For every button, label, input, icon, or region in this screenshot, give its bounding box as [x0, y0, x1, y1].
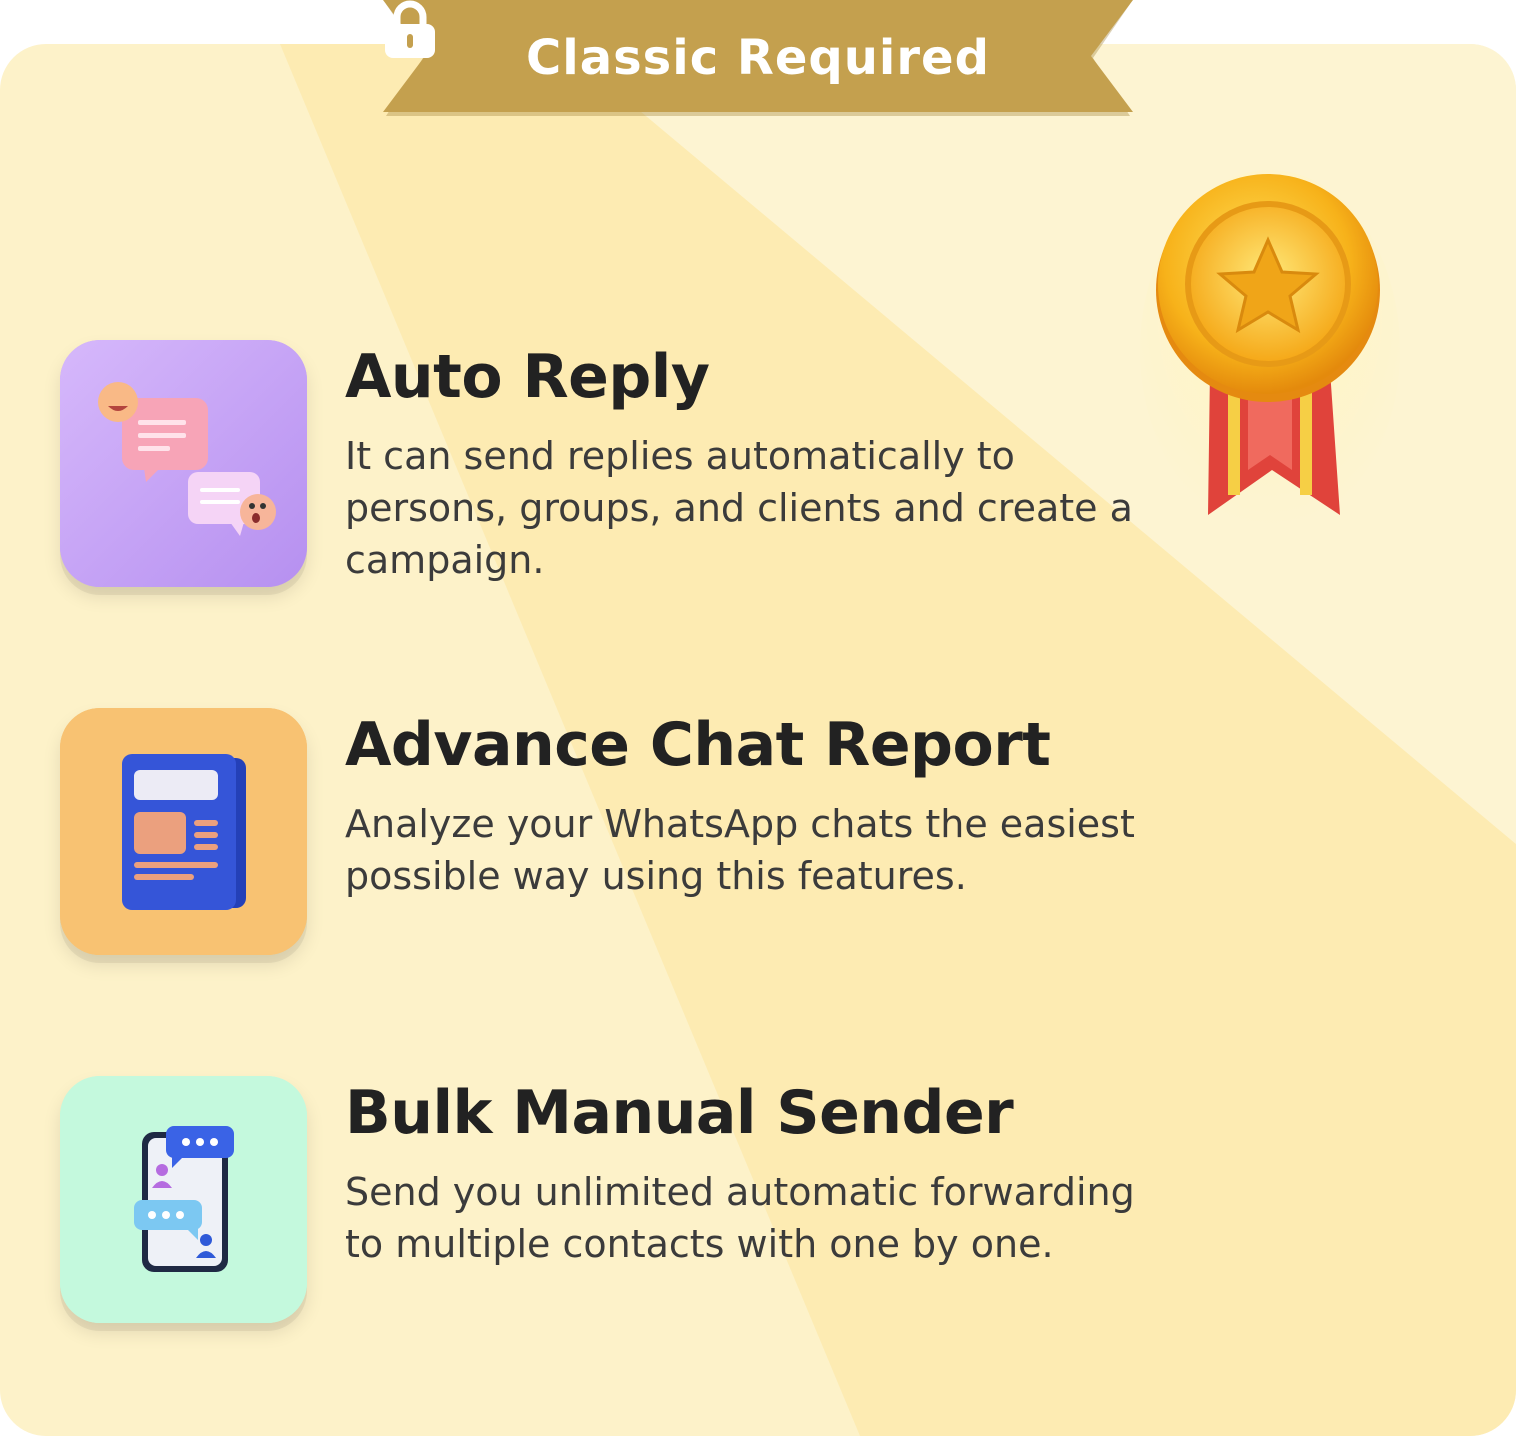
feature-title: Bulk Manual Sender: [345, 1078, 1014, 1148]
gold-medal-icon: [1140, 170, 1400, 530]
feature-bulk-manual-sender: Bulk Manual Sender Send you unlimited au…: [60, 1076, 1160, 1326]
feature-advance-chat-report: Advance Chat Report Analyze your WhatsAp…: [60, 708, 1160, 958]
feature-description: It can send replies automatically to per…: [345, 434, 1133, 582]
banner-title: Classic Required: [526, 30, 990, 86]
feature-description: Send you unlimited automatic forwarding …: [345, 1170, 1135, 1266]
feature-title: Advance Chat Report: [345, 710, 1051, 780]
chat-bubbles-emoji-icon: [60, 340, 307, 587]
lock-icon: [385, 0, 435, 58]
classic-required-banner: Classic Required: [383, 0, 1133, 118]
feature-title: Auto Reply: [345, 342, 710, 412]
feature-description: Analyze your WhatsApp chats the easiest …: [345, 802, 1135, 898]
feature-auto-reply: Auto Reply It can send replies automatic…: [60, 340, 1160, 590]
report-document-icon: [60, 708, 307, 955]
phone-chat-contacts-icon: [60, 1076, 307, 1323]
